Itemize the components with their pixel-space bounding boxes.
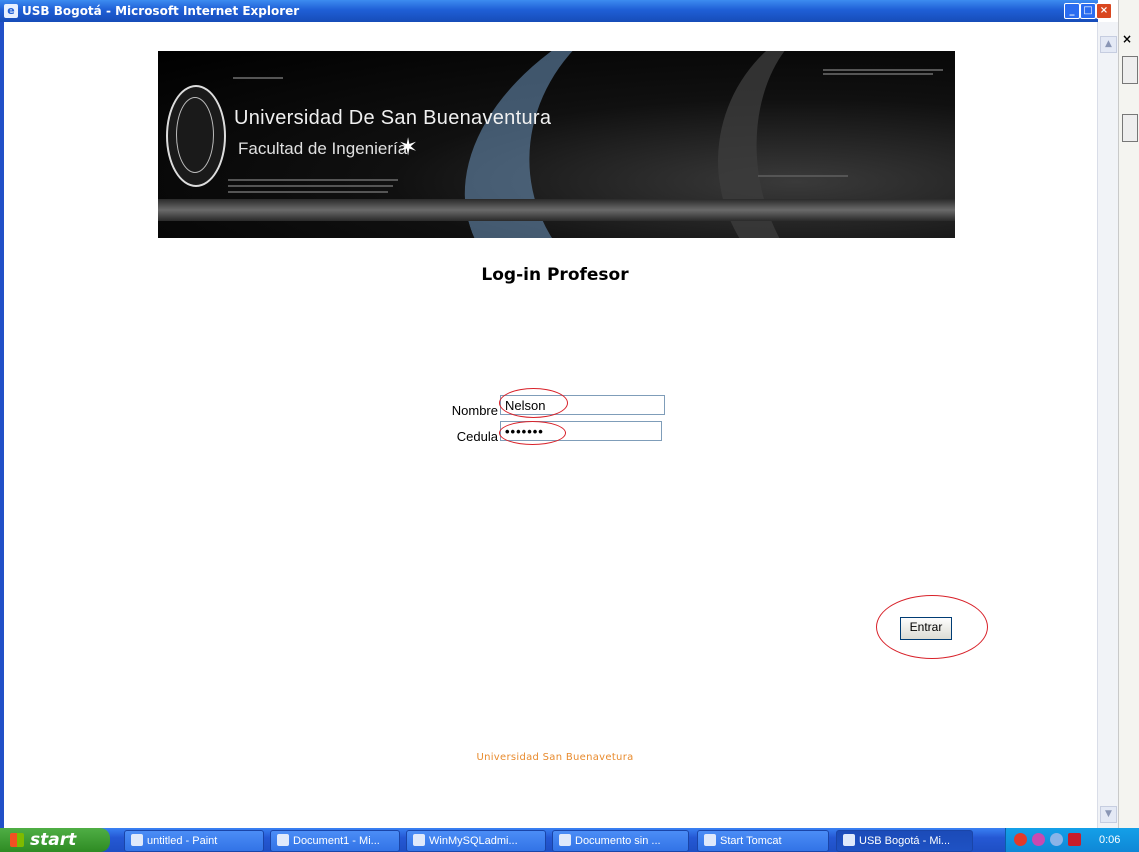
cedula-label: Cedula <box>456 429 498 444</box>
taskbar-item-usb-bogota[interactable]: USB Bogotá - Mi... <box>836 830 973 852</box>
system-tray: 0:06 <box>1005 828 1139 852</box>
taskbar-item-label: untitled - Paint <box>147 835 218 847</box>
taskbar-item-label: WinMySQLadmi... <box>429 835 518 847</box>
seal-inner-ring <box>176 97 214 173</box>
banner-band <box>158 199 955 221</box>
banner-decoration <box>233 77 283 79</box>
console-icon <box>704 834 716 846</box>
faculty-name: Facultad de Ingeniería <box>238 139 408 158</box>
background-close-icon[interactable]: × <box>1122 32 1132 46</box>
banner-decoration <box>823 73 933 75</box>
background-scroll-handle-2[interactable] <box>1122 114 1138 142</box>
banner-decoration <box>228 191 388 193</box>
university-name: Universidad De San Buenaventura <box>234 107 552 129</box>
sql-icon <box>413 834 425 846</box>
internet-explorer-icon: e <box>4 4 18 18</box>
tray-volume-icon[interactable] <box>1050 833 1063 846</box>
window-title: USB Bogotá - Microsoft Internet Explorer <box>22 4 300 18</box>
start-button[interactable]: start <box>0 828 110 852</box>
sparkle-icon: ✶ <box>398 133 419 161</box>
window-title-bar[interactable]: e USB Bogotá - Microsoft Internet Explor… <box>0 0 1112 22</box>
university-banner: Universidad De San Buenaventura Facultad… <box>158 51 955 238</box>
taskbar-item-document1[interactable]: Document1 - Mi... <box>270 830 400 852</box>
background-scroll-handle[interactable] <box>1122 56 1138 84</box>
vertical-scrollbar[interactable]: ▲ ▼ <box>1097 22 1118 828</box>
taskbar-item-label: Documento sin ... <box>575 835 661 847</box>
background-window-edge: × <box>1118 0 1139 852</box>
page-title: Log-in Profesor <box>481 265 629 285</box>
taskbar-item-paint[interactable]: untitled - Paint <box>124 830 264 852</box>
taskbar-item-start-tomcat[interactable]: Start Tomcat <box>697 830 829 852</box>
scroll-up-arrow-icon[interactable]: ▲ <box>1100 36 1117 53</box>
paint-icon <box>131 834 143 846</box>
taskbar-item-label: Start Tomcat <box>720 835 782 847</box>
close-button[interactable]: × <box>1096 3 1112 19</box>
nombre-label: Nombre <box>451 403 498 418</box>
taskbar-item-winmysqladmin[interactable]: WinMySQLadmi... <box>406 830 546 852</box>
tray-network-icon[interactable] <box>1032 833 1045 846</box>
banner-decoration <box>228 185 393 187</box>
maximize-button[interactable]: □ <box>1080 3 1096 19</box>
taskbar-item-documento[interactable]: Documento sin ... <box>552 830 689 852</box>
windows-logo-icon <box>10 833 24 847</box>
annotation-circle <box>876 595 988 659</box>
banner-decoration <box>758 175 848 177</box>
internet-explorer-icon <box>843 834 855 846</box>
university-seal-icon <box>166 85 226 187</box>
taskbar: start untitled - Paint Document1 - Mi...… <box>0 828 1139 852</box>
word-icon <box>277 834 289 846</box>
tray-mcafee-icon[interactable] <box>1068 833 1081 846</box>
scroll-down-arrow-icon[interactable]: ▼ <box>1100 806 1117 823</box>
annotation-circle <box>499 388 568 418</box>
taskbar-item-label: Document1 - Mi... <box>293 835 380 847</box>
minimize-button[interactable]: _ <box>1064 3 1080 19</box>
banner-decoration <box>228 179 398 181</box>
tray-security-icon[interactable] <box>1014 833 1027 846</box>
footer-text: Universidad San Buenavetura <box>476 752 634 763</box>
start-label: start <box>30 830 77 850</box>
taskbar-item-label: USB Bogotá - Mi... <box>859 835 951 847</box>
annotation-circle <box>499 421 566 445</box>
clock: 0:06 <box>1099 834 1121 846</box>
banner-decoration <box>823 69 943 71</box>
internet-explorer-icon <box>559 834 571 846</box>
